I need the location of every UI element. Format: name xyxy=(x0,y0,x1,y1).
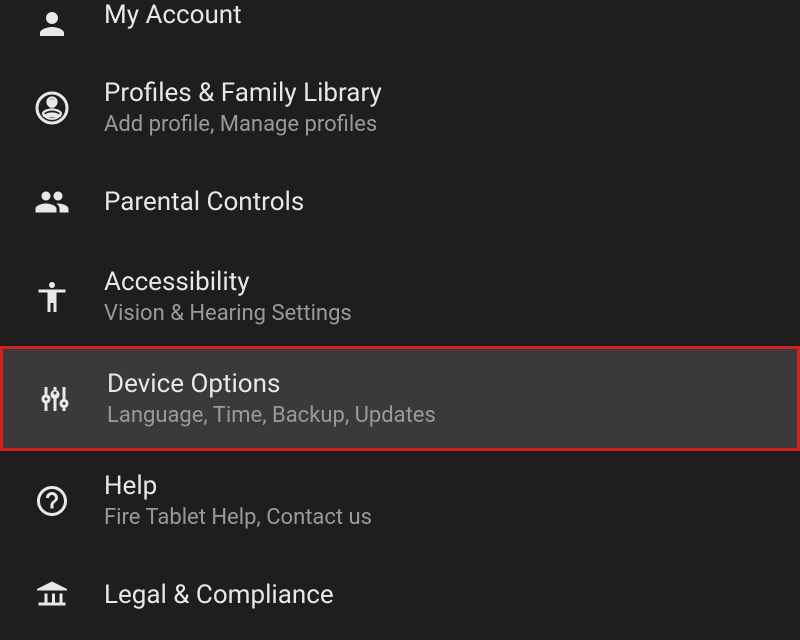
item-subtitle: Add profile, Manage profiles xyxy=(104,112,382,137)
item-text: Legal & Compliance xyxy=(104,580,334,610)
settings-item-profiles[interactable]: Profiles & Family Library Add profile, M… xyxy=(0,58,800,157)
sliders-icon xyxy=(31,375,79,423)
item-subtitle: Fire Tablet Help, Contact us xyxy=(104,505,372,530)
accessibility-icon xyxy=(28,273,76,321)
help-icon xyxy=(28,477,76,525)
item-text: Profiles & Family Library Add profile, M… xyxy=(104,78,382,137)
settings-item-device-options[interactable]: Device Options Language, Time, Backup, U… xyxy=(0,346,800,451)
item-title: Profiles & Family Library xyxy=(104,78,382,108)
item-text: Device Options Language, Time, Backup, U… xyxy=(107,369,436,428)
item-text: My Account xyxy=(104,0,242,30)
item-title: Accessibility xyxy=(104,267,352,297)
settings-item-help[interactable]: Help Fire Tablet Help, Contact us xyxy=(0,451,800,550)
settings-item-my-account[interactable]: My Account xyxy=(0,0,800,58)
item-title: Help xyxy=(104,471,372,501)
legal-icon xyxy=(28,571,76,619)
settings-item-legal[interactable]: Legal & Compliance xyxy=(0,550,800,640)
item-title: Legal & Compliance xyxy=(104,580,334,610)
item-subtitle: Language, Time, Backup, Updates xyxy=(107,403,436,428)
settings-item-accessibility[interactable]: Accessibility Vision & Hearing Settings xyxy=(0,247,800,346)
user-circle-icon xyxy=(28,84,76,132)
item-text: Accessibility Vision & Hearing Settings xyxy=(104,267,352,326)
item-text: Help Fire Tablet Help, Contact us xyxy=(104,471,372,530)
settings-item-parental[interactable]: Parental Controls xyxy=(0,157,800,247)
item-title: Device Options xyxy=(107,369,436,399)
item-text: Parental Controls xyxy=(104,187,304,217)
settings-list: My Account Profiles & Family Library Add… xyxy=(0,0,800,640)
person-icon xyxy=(28,0,76,48)
item-subtitle: Vision & Hearing Settings xyxy=(104,301,352,326)
people-icon xyxy=(28,178,76,226)
item-title: My Account xyxy=(104,0,242,30)
item-title: Parental Controls xyxy=(104,187,304,217)
